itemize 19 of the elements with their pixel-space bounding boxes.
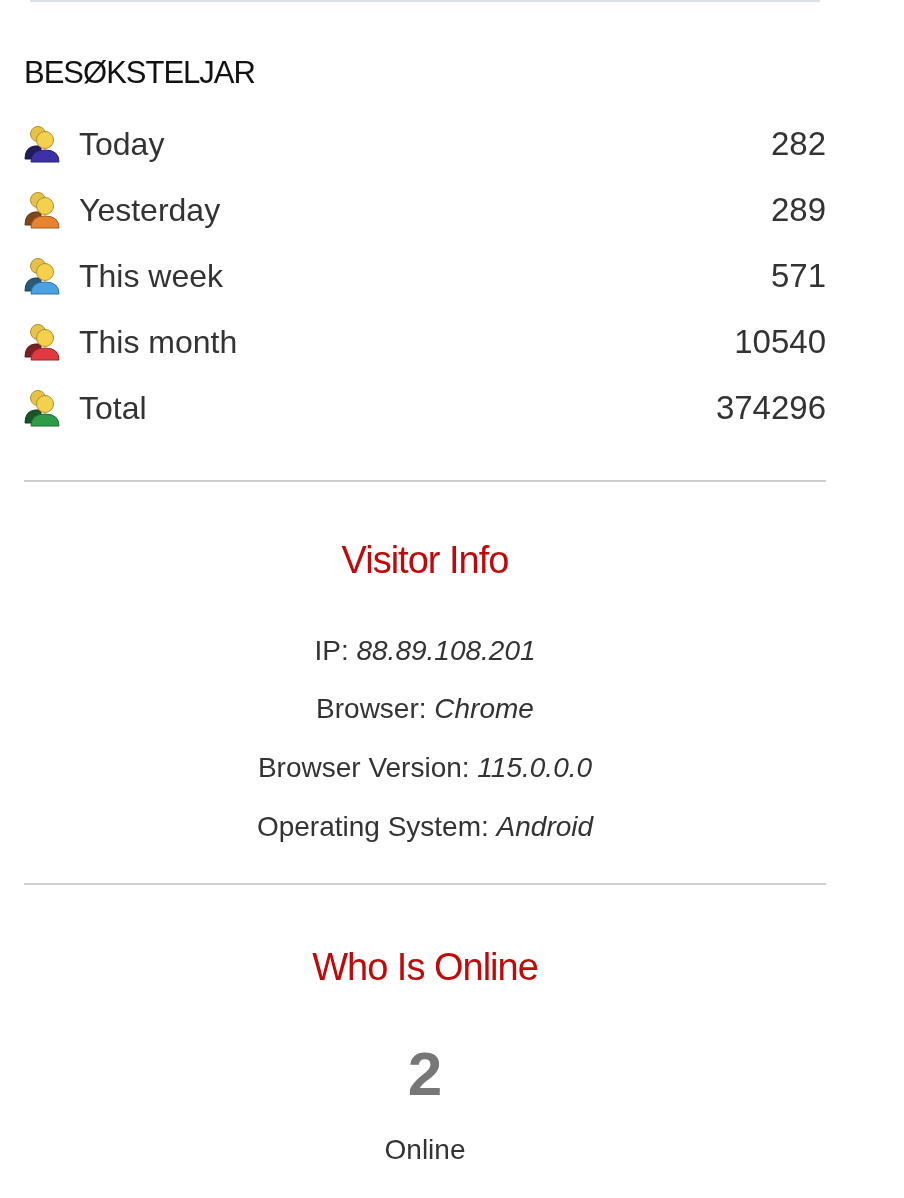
info-line: Browser Version: 115.0.0.0: [256, 750, 594, 785]
counter-value: 282: [770, 124, 826, 164]
counter-value: 289: [770, 190, 826, 230]
section-title: Who Is Online: [311, 945, 539, 991]
counter-label: This month: [79, 323, 238, 362]
info-line: IP: 88.89.108.201: [313, 633, 537, 668]
section-title: Visitor Info: [340, 538, 510, 584]
online-count: 2: [406, 1037, 444, 1110]
counter-value: 571: [770, 256, 826, 296]
counter-value: 374296: [715, 388, 826, 428]
section-heading: BESØKSTELJAR: [24, 54, 256, 92]
counter-label: Total: [79, 389, 147, 428]
counter-label: Today: [79, 125, 165, 164]
info-line: Browser: Chrome: [315, 692, 535, 726]
counter-label: Yesterday: [79, 191, 221, 230]
counter-value: 10540: [734, 322, 826, 362]
info-line: Operating System: Android: [255, 809, 595, 844]
online-label: Online: [383, 1133, 467, 1167]
counter-label: This week: [79, 257, 224, 296]
